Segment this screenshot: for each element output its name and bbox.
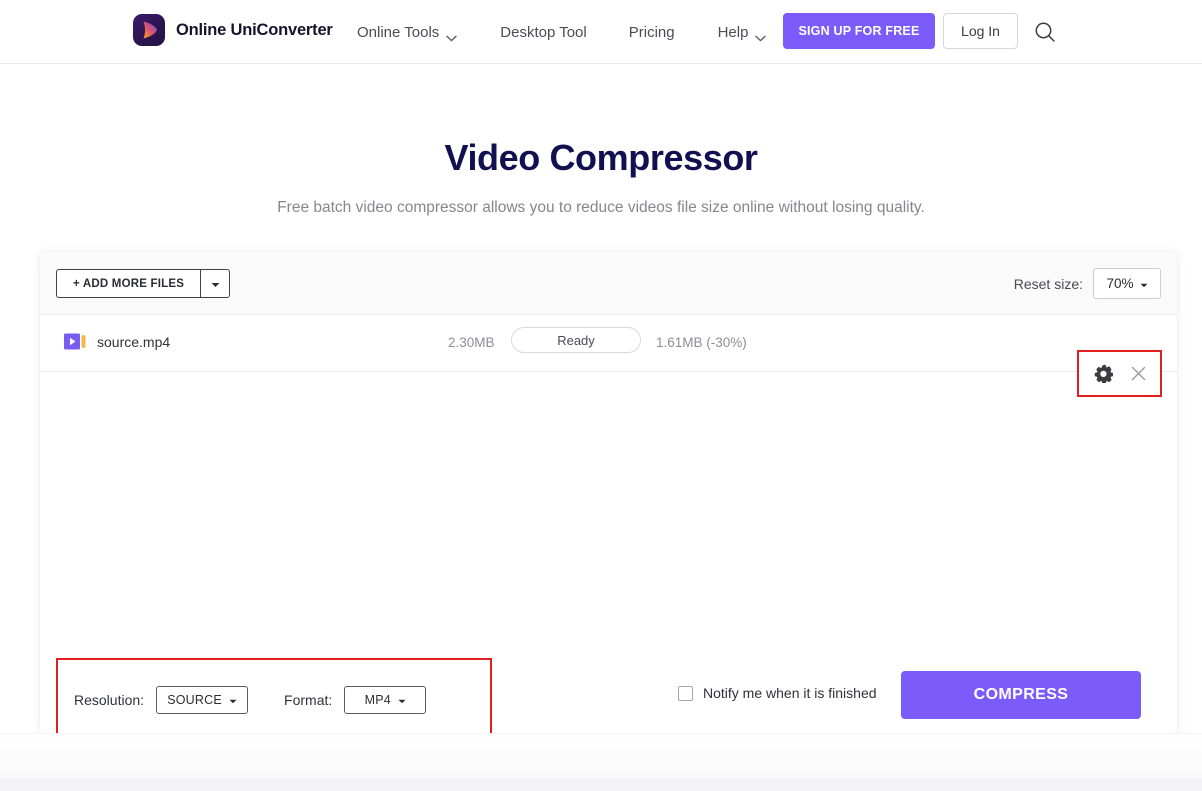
file-source-size: 2.30MB — [448, 335, 495, 350]
page-footer-line — [0, 778, 1202, 791]
brand-logo[interactable]: Online UniConverter — [133, 14, 333, 46]
nav-item-help[interactable]: Help — [717, 23, 767, 42]
output-settings-highlight: Resolution: SOURCE Format: MP4 — [56, 658, 492, 741]
reset-size-select[interactable]: 70% — [1093, 268, 1161, 299]
nav-item-desktop-tool[interactable]: Desktop Tool — [500, 24, 586, 41]
gear-icon[interactable] — [1094, 364, 1113, 384]
nav-item-online-tools[interactable]: Online Tools — [357, 23, 457, 42]
chevron-down-icon — [755, 29, 767, 42]
reset-size-label: Reset size: — [1013, 275, 1083, 292]
chevron-down-icon — [446, 29, 457, 42]
file-name: source.mp4 — [97, 333, 171, 350]
notify-checkbox[interactable] — [678, 685, 693, 701]
main-nav: Online Tools Desktop Tool Pricing Help — [357, 0, 767, 64]
format-label: Format: — [284, 691, 333, 708]
resolution-select[interactable]: SOURCE — [156, 685, 249, 714]
page-subtitle: Free batch video compressor allows you t… — [277, 198, 925, 216]
caret-down-icon — [229, 693, 237, 707]
nav-label: Desktop Tool — [500, 23, 587, 41]
add-files-group: + ADD MORE FILES — [56, 269, 231, 298]
nav-label: Help — [717, 23, 749, 41]
nav-label: Pricing — [628, 23, 675, 41]
caret-down-icon — [398, 693, 406, 707]
page-title: Video Compressor — [444, 137, 758, 179]
caret-down-icon — [211, 275, 220, 293]
status-badge: Ready — [511, 327, 641, 353]
reset-size-value: 70% — [1106, 276, 1134, 291]
compressor-panel: + ADD MORE FILES Reset size: 70% source.… — [40, 252, 1177, 741]
resolution-label: Resolution: — [74, 691, 145, 708]
brand-name: Online UniConverter — [176, 20, 333, 39]
close-icon[interactable] — [1131, 366, 1146, 381]
caret-down-icon — [1140, 276, 1148, 291]
compress-button[interactable]: COMPRESS — [901, 671, 1141, 719]
log-in-button[interactable]: Log In — [943, 13, 1018, 49]
format-select[interactable]: MP4 — [344, 685, 427, 714]
add-more-files-button[interactable]: + ADD MORE FILES — [56, 269, 201, 298]
search-icon[interactable] — [1032, 19, 1058, 45]
nav-item-pricing[interactable]: Pricing — [629, 24, 675, 41]
reset-size-group: Reset size: 70% — [1014, 268, 1161, 299]
notify-group[interactable]: Notify me when it is finished — [678, 685, 877, 701]
file-row: source.mp4 2.30MB Ready 1.61MB (-30%) — [40, 315, 1177, 397]
video-file-icon — [64, 333, 88, 350]
sign-up-button[interactable]: SIGN UP FOR FREE — [783, 13, 935, 49]
nav-label: Online Tools — [357, 23, 440, 41]
file-output-size: 1.61MB (-30%) — [656, 335, 747, 350]
panel-toolbar: + ADD MORE FILES Reset size: 70% — [40, 252, 1177, 315]
file-row-actions-highlight — [1077, 350, 1162, 397]
add-more-files-dropdown-toggle[interactable] — [200, 269, 231, 298]
format-value: MP4 — [364, 692, 391, 707]
file-identity: source.mp4 — [64, 333, 170, 350]
play-logo-icon — [133, 14, 165, 46]
site-header: Online UniConverter Online Tools Desktop… — [0, 0, 1202, 64]
notify-label: Notify me when it is finished — [703, 685, 877, 701]
resolution-value: SOURCE — [167, 692, 222, 707]
